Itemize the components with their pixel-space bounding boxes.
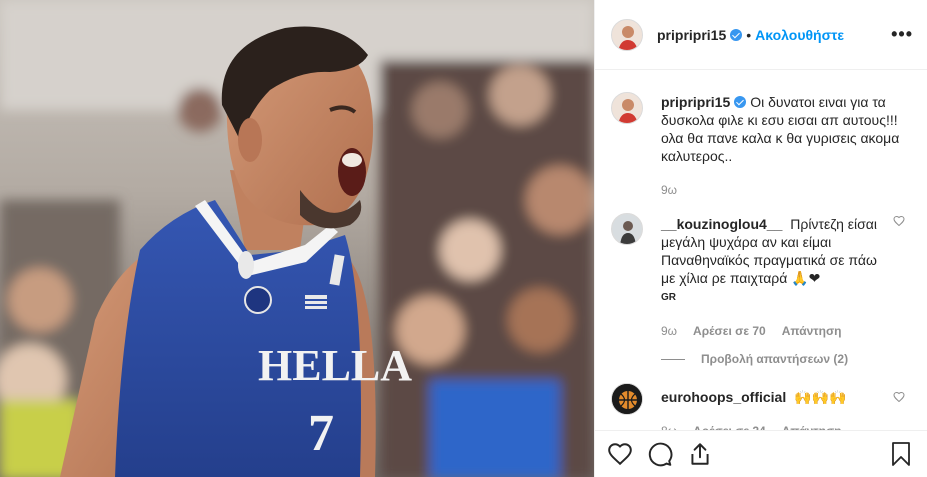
header-user-line: pripripri15 • Ακολουθήστε: [657, 27, 844, 43]
comment-like-heart-icon[interactable]: [893, 215, 905, 227]
bookmark-icon[interactable]: [889, 441, 913, 467]
comment-icon[interactable]: [647, 441, 673, 467]
view-replies-button[interactable]: Προβολή απαντήσεων (2): [661, 352, 911, 366]
comment-text: 🙌🙌🙌: [794, 389, 847, 405]
verified-badge-icon: [734, 96, 747, 108]
view-replies-label: Προβολή απαντήσεων (2): [701, 352, 849, 366]
author-avatar-image: [612, 19, 642, 50]
share-icon[interactable]: [687, 441, 713, 467]
verified-badge-icon: [730, 28, 743, 41]
jersey-number: 7: [308, 405, 334, 462]
photo-illustration: HELLA 7: [0, 0, 594, 477]
comment-username[interactable]: __kouzinoglou4__: [661, 216, 782, 232]
comment-likes[interactable]: Αρέσει σε 24: [693, 422, 766, 430]
caption-body: pripripri15 Οι δυνατοι ειναι για τα δυσκο…: [661, 93, 906, 199]
post-side-panel: pripripri15 • Ακολουθήστε ••• pripripri1…: [594, 0, 927, 477]
comment-tag: GR: [661, 292, 676, 303]
caption-avatar[interactable]: [611, 92, 643, 124]
comment-row: __kouzinoglou4__ Πρίντεζη είσαι μεγάλη ψ…: [611, 199, 911, 340]
comment-meta: 9ω Αρέσει σε 70 Απάντηση: [661, 322, 883, 340]
separator-dot: •: [746, 26, 752, 43]
comment-avatar[interactable]: [611, 383, 643, 415]
post-actions-bar: [595, 430, 927, 477]
comment-username[interactable]: eurohoops_official: [661, 389, 786, 405]
comment-like-heart-icon[interactable]: [893, 391, 905, 403]
comment-avatar[interactable]: [611, 213, 643, 245]
more-options-icon[interactable]: •••: [891, 24, 913, 45]
comments-list[interactable]: pripripri15 Οι δυνατοι ειναι για τα δυσκο…: [595, 71, 927, 430]
comment-likes[interactable]: Αρέσει σε 70: [693, 322, 766, 340]
reply-button[interactable]: Απάντηση: [782, 422, 842, 430]
caption-avatar-image: [612, 93, 642, 123]
post-header: pripripri15 • Ακολουθήστε •••: [595, 0, 927, 70]
caption-username[interactable]: pripripri15: [661, 94, 730, 110]
comment-meta: 8ω Αρέσει σε 24 Απάντηση: [661, 422, 883, 430]
comment-body: __kouzinoglou4__ Πρίντεζη είσαι μεγάλη ψ…: [661, 215, 883, 340]
heart-icon[interactable]: [607, 441, 633, 467]
author-username[interactable]: pripripri15: [657, 27, 726, 43]
reply-button[interactable]: Απάντηση: [782, 322, 842, 340]
post-photo[interactable]: HELLA 7: [0, 0, 594, 477]
comment-time[interactable]: 8ω: [661, 422, 677, 430]
jersey-text: HELLA: [258, 341, 412, 390]
comment-row: eurohoops_official 🙌🙌🙌 8ω Αρέσει σε 24 Α…: [611, 366, 911, 430]
caption-time[interactable]: 9ω: [661, 181, 677, 199]
comment-body: eurohoops_official 🙌🙌🙌 8ω Αρέσει σε 24 Α…: [661, 388, 883, 430]
follow-button[interactable]: Ακολουθήστε: [755, 27, 844, 43]
comment-time[interactable]: 9ω: [661, 322, 677, 340]
caption-meta: 9ω: [661, 181, 906, 199]
caption-row: pripripri15 Οι δυνατοι ειναι για τα δυσκο…: [611, 71, 911, 199]
comment-avatar-image: [612, 214, 642, 244]
view-replies-line: [661, 358, 685, 360]
eurohoops-logo-icon: [612, 384, 642, 414]
author-avatar[interactable]: [611, 18, 643, 51]
